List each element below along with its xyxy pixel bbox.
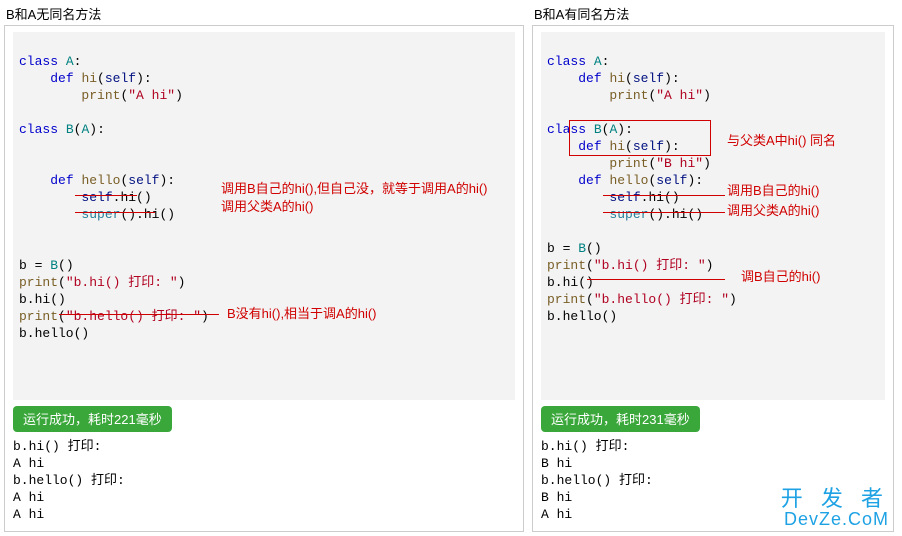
watermark-line1: 开 发 者 xyxy=(781,487,889,510)
left-code-block: class A: def hi(self): print("A hi") cla… xyxy=(13,32,515,400)
left-anno-super-hi: 调用父类A的hi() xyxy=(221,198,313,215)
right-line-to-selfhi xyxy=(665,195,725,196)
left-output: b.hi() 打印: A hi b.hello() 打印: A hi A hi xyxy=(13,438,515,523)
right-panel-title: B和A有同名方法 xyxy=(534,4,894,23)
right-underline-super-hi xyxy=(603,212,683,213)
right-anno-super-hi: 调用父类A的hi() xyxy=(727,202,819,219)
watermark-line2: DevZe.CoM xyxy=(781,510,889,529)
left-underline-bhi xyxy=(59,314,219,315)
left-panel-title: B和A无同名方法 xyxy=(6,4,524,23)
left-anno-bhi: B没有hi(),相当于调A的hi() xyxy=(227,305,377,322)
right-anno-bhi: 调B自己的hi() xyxy=(741,268,820,285)
left-underline-super-hi xyxy=(75,212,155,213)
right-line-to-superhi xyxy=(683,212,725,213)
right-box-hi-method xyxy=(569,120,711,156)
left-anno-self-hi: 调用B自己的hi(),但自己没，就等于调用A的hi() xyxy=(221,180,488,197)
watermark: 开 发 者 DevZe.CoM xyxy=(781,487,889,529)
right-anno-same-name: 与父类A中hi() 同名 xyxy=(727,132,836,149)
right-code-block: class A: def hi(self): print("A hi") cla… xyxy=(541,32,885,400)
right-underline-bhi xyxy=(587,279,725,280)
right-panel: class A: def hi(self): print("A hi") cla… xyxy=(532,25,894,532)
right-underline-self-hi xyxy=(603,195,665,196)
left-underline-self-hi xyxy=(75,195,137,196)
left-panel: class A: def hi(self): print("A hi") cla… xyxy=(4,25,524,532)
right-anno-self-hi: 调用B自己的hi() xyxy=(727,182,819,199)
